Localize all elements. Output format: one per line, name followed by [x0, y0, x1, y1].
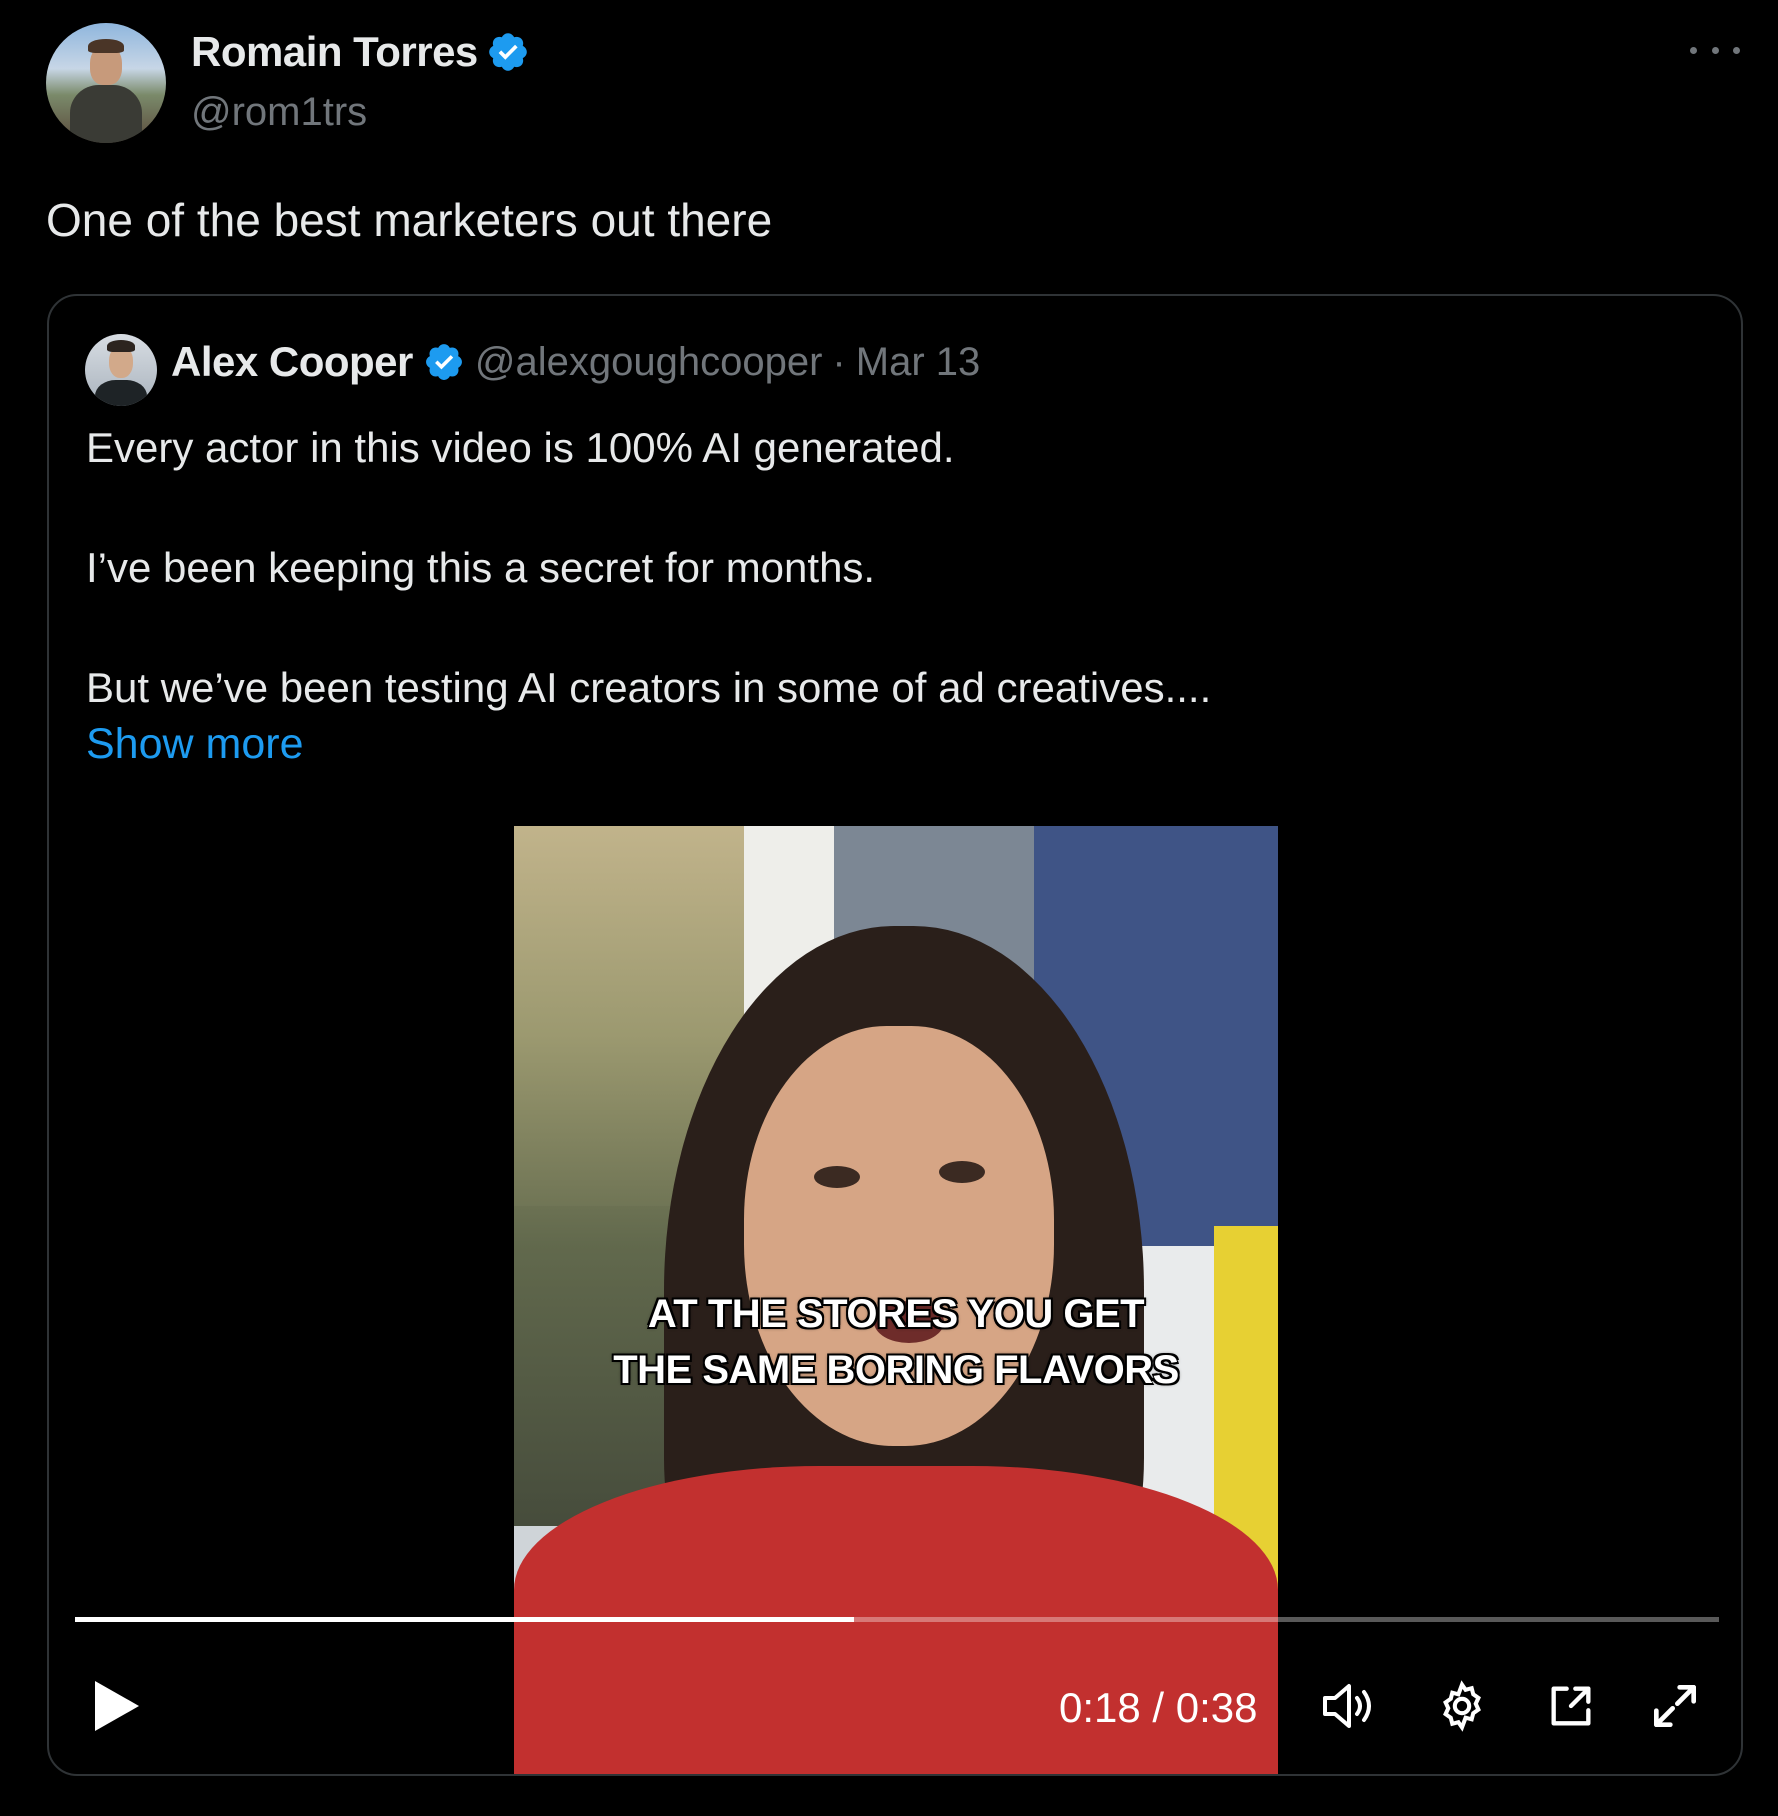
tweet-text: One of the best marketers out there: [46, 194, 773, 246]
more-options-icon[interactable]: [1690, 40, 1740, 60]
quoted-author-name[interactable]: Alex Cooper: [171, 338, 413, 386]
picture-in-picture-icon: [1551, 1686, 1591, 1726]
volume-button[interactable]: [1321, 1676, 1385, 1736]
author-handle[interactable]: @rom1trs: [191, 90, 367, 135]
video-progress-fill: [75, 1617, 854, 1622]
settings-icon: [1443, 1680, 1481, 1732]
video-caption-line-2: THE SAME BORING FLAVORS: [613, 1348, 1179, 1392]
fullscreen-button[interactable]: [1647, 1676, 1711, 1736]
video-caption-line-1: AT THE STORES YOU GET: [647, 1292, 1145, 1336]
play-icon: [95, 1681, 139, 1731]
play-button[interactable]: [93, 1676, 149, 1736]
verified-badge-icon: [489, 33, 527, 71]
author-avatar[interactable]: [46, 23, 166, 143]
volume-icon: [1323, 1684, 1371, 1728]
show-more-link[interactable]: Show more: [86, 720, 303, 769]
fullscreen-icon: [1654, 1685, 1696, 1727]
video-time: 0:18 / 0:38: [1059, 1684, 1258, 1731]
author-name[interactable]: Romain Torres: [191, 28, 478, 76]
quoted-tweet-card[interactable]: Alex Cooper @alexgoughcooper · Mar 13 Ev…: [47, 294, 1743, 1776]
picture-in-picture-button[interactable]: [1545, 1676, 1605, 1736]
settings-button[interactable]: [1435, 1676, 1495, 1736]
author-name-row[interactable]: Romain Torres: [191, 28, 530, 76]
video-progress-bar[interactable]: [75, 1617, 1719, 1622]
verified-badge-icon: [425, 344, 462, 380]
quoted-author-avatar[interactable]: [85, 334, 157, 406]
